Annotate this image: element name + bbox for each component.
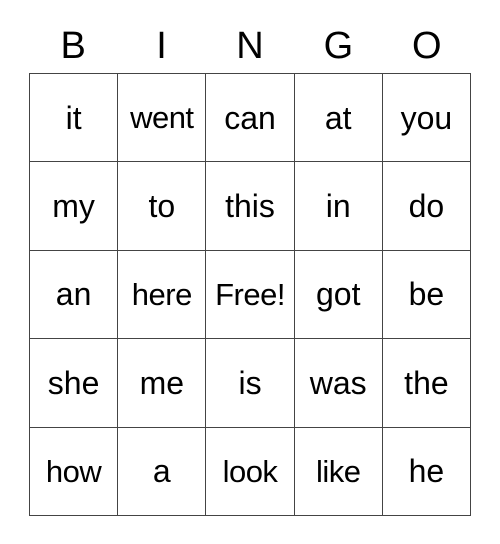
bingo-cell[interactable]: how xyxy=(30,427,119,516)
bingo-cell[interactable]: the xyxy=(382,339,472,428)
bingo-cell-label: here xyxy=(131,276,193,312)
bingo-cell-label: do xyxy=(408,188,445,225)
bingo-cell-label: she xyxy=(47,364,100,401)
bingo-header-letter-o: O xyxy=(411,24,442,67)
bingo-cell[interactable]: went xyxy=(118,74,207,163)
bingo-cell[interactable]: got xyxy=(294,250,383,340)
bingo-cell[interactable]: here xyxy=(118,250,207,340)
bingo-cell[interactable]: to xyxy=(118,162,207,251)
bingo-cell-label: look xyxy=(222,453,278,489)
bingo-cell-label: me xyxy=(139,364,185,401)
bingo-cell-label: the xyxy=(404,364,449,401)
bingo-header-letter-n: N xyxy=(236,24,264,67)
bingo-cell[interactable]: look xyxy=(206,427,295,516)
bingo-header-row: B I N G O xyxy=(29,18,471,73)
bingo-row: how a look like he xyxy=(30,427,472,516)
bingo-cell[interactable]: at xyxy=(294,74,383,163)
bingo-cell[interactable]: my xyxy=(30,162,119,251)
bingo-header-letter-b: B xyxy=(60,24,86,67)
bingo-cell[interactable]: she xyxy=(30,339,119,428)
bingo-cell[interactable]: he xyxy=(382,427,472,516)
bingo-cell[interactable]: be xyxy=(382,250,472,340)
bingo-row: my to this in do xyxy=(30,162,472,251)
bingo-cell[interactable]: this xyxy=(206,162,295,251)
bingo-cell-free-space[interactable]: Free! xyxy=(206,250,295,340)
bingo-cell[interactable]: can xyxy=(206,74,295,163)
bingo-cell[interactable]: an xyxy=(30,250,119,340)
bingo-cell-label: at xyxy=(324,99,352,136)
bingo-cell-label: can xyxy=(224,99,276,136)
bingo-cell[interactable]: do xyxy=(382,162,472,251)
bingo-cell-label: you xyxy=(400,99,453,136)
bingo-cell-label: to xyxy=(148,188,176,225)
bingo-cell[interactable]: a xyxy=(118,427,207,516)
bingo-header-letter-g: G xyxy=(323,24,354,67)
bingo-card: B I N G O it went can at you my to this … xyxy=(29,18,472,516)
bingo-cell[interactable]: is xyxy=(206,339,295,428)
bingo-cell-label: is xyxy=(238,364,262,401)
bingo-cell-label: my xyxy=(52,188,95,225)
bingo-cell-label: like xyxy=(315,453,361,489)
bingo-cell-label: went xyxy=(130,100,194,136)
bingo-row: she me is was the xyxy=(30,339,472,428)
bingo-cell-label: this xyxy=(225,188,275,225)
bingo-cell-label: got xyxy=(315,276,361,313)
bingo-cell-label: how xyxy=(45,453,102,489)
bingo-header-letter-i: I xyxy=(156,24,167,67)
bingo-cell[interactable]: it xyxy=(30,74,119,163)
bingo-row: it went can at you xyxy=(30,74,472,163)
bingo-cell[interactable]: you xyxy=(382,74,472,163)
bingo-cell-label: an xyxy=(55,276,92,313)
bingo-grid: it went can at you my to this in do an h… xyxy=(29,73,472,516)
bingo-cell[interactable]: was xyxy=(294,339,383,428)
bingo-free-space-label: Free! xyxy=(215,276,285,312)
bingo-cell-label: a xyxy=(152,453,171,490)
bingo-cell-label: be xyxy=(408,276,445,313)
bingo-cell[interactable]: me xyxy=(118,339,207,428)
bingo-cell[interactable]: in xyxy=(294,162,383,251)
bingo-cell-label: it xyxy=(65,99,82,136)
bingo-cell[interactable]: like xyxy=(294,427,383,516)
bingo-cell-label: was xyxy=(309,364,367,401)
bingo-cell-label: in xyxy=(325,188,351,225)
bingo-row: an here Free! got be xyxy=(30,250,472,340)
bingo-cell-label: he xyxy=(408,453,445,490)
